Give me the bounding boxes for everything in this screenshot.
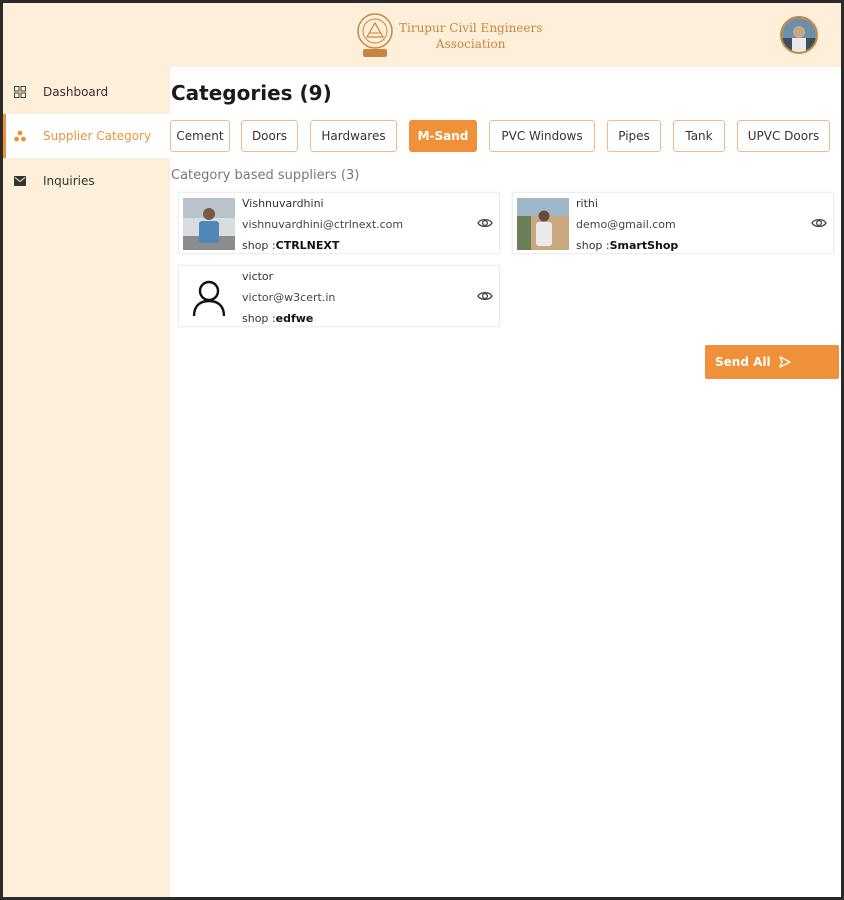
tab-pipes[interactable]: Pipes — [607, 120, 661, 152]
supplier-photo — [517, 198, 569, 250]
suppliers-subheading: Category based suppliers (3) — [171, 168, 360, 183]
user-photo — [782, 18, 816, 52]
sidebar-item-inquiries[interactable]: Inquiries — [3, 159, 170, 203]
grid-icon — [13, 85, 27, 99]
supplier-email: vishnuvardhini@ctrlnext.com — [242, 218, 404, 231]
sidebar-item-label: Supplier Category — [43, 129, 152, 143]
shop-name: CTRLNEXT — [275, 239, 340, 252]
send-all-button[interactable]: Send All — [705, 345, 839, 379]
org-name: Tirupur Civil Engineers Association — [399, 20, 542, 52]
supplier-name: rithi — [576, 197, 598, 210]
supplier-card[interactable]: Vishnuvardhini vishnuvardhini@ctrlnext.c… — [178, 192, 500, 254]
user-avatar[interactable] — [780, 16, 818, 54]
sidebar-item-label: Inquiries — [43, 174, 95, 188]
tab-pvc-windows[interactable]: PVC Windows — [489, 120, 595, 152]
shop-name: edfwe — [275, 312, 314, 325]
shop-name: SmartShop — [609, 239, 679, 252]
tab-cement[interactable]: Cement — [170, 120, 230, 152]
supplier-name: Vishnuvardhini — [242, 197, 324, 210]
shop-prefix: shop : — [576, 239, 610, 252]
supplier-shop: shop :CTRLNEXT — [242, 239, 339, 252]
sidebar-item-label: Dashboard — [43, 85, 109, 99]
org-name-line2: Association — [435, 37, 506, 51]
tab-hardwares[interactable]: Hardwares — [310, 120, 397, 152]
sidebar: Dashboard Supplier Category Inquiries — [3, 67, 170, 897]
tab-upvc-doors[interactable]: UPVC Doors — [737, 120, 830, 152]
supplier-shop: shop :edfwe — [242, 312, 313, 325]
supplier-shop: shop :SmartShop — [576, 239, 678, 252]
eye-icon[interactable] — [811, 215, 827, 231]
supplier-card[interactable]: rithi demo@gmail.com shop :SmartShop — [512, 192, 834, 254]
sidebar-item-dashboard[interactable]: Dashboard — [3, 70, 170, 114]
send-all-label: Send All — [715, 355, 771, 369]
mail-icon — [13, 174, 27, 188]
nodes-icon — [13, 129, 27, 143]
seal-icon — [357, 13, 393, 57]
org-name-line1: Tirupur Civil Engineers — [399, 21, 543, 35]
association-logo[interactable]: Tirupur Civil Engineers Association — [355, 11, 542, 61]
shop-prefix: shop : — [242, 239, 276, 252]
person-outline-icon — [183, 271, 235, 323]
shop-prefix: shop : — [242, 312, 276, 325]
app-window: Tirupur Civil Engineers Association Dash… — [3, 3, 841, 897]
page-title: Categories (9) — [171, 81, 332, 105]
category-tabs: Cement Doors Hardwares M-Sand PVC Window… — [170, 120, 841, 152]
supplier-name: victor — [242, 270, 274, 283]
supplier-email: demo@gmail.com — [576, 218, 676, 231]
main-content: Categories (9) Cement Doors Hardwares M-… — [170, 67, 841, 897]
sidebar-item-supplier-category[interactable]: Supplier Category — [3, 114, 170, 158]
tab-doors[interactable]: Doors — [241, 120, 298, 152]
supplier-email: victor@w3cert.in — [242, 291, 336, 304]
top-header: Tirupur Civil Engineers Association — [3, 3, 841, 67]
eye-icon[interactable] — [477, 288, 493, 304]
supplier-card[interactable]: victor victor@w3cert.in shop :edfwe — [178, 265, 500, 327]
tab-tank[interactable]: Tank — [673, 120, 725, 152]
tab-m-sand[interactable]: M-Sand — [409, 120, 477, 152]
supplier-photo — [183, 198, 235, 250]
send-icon — [778, 356, 791, 368]
eye-icon[interactable] — [477, 215, 493, 231]
